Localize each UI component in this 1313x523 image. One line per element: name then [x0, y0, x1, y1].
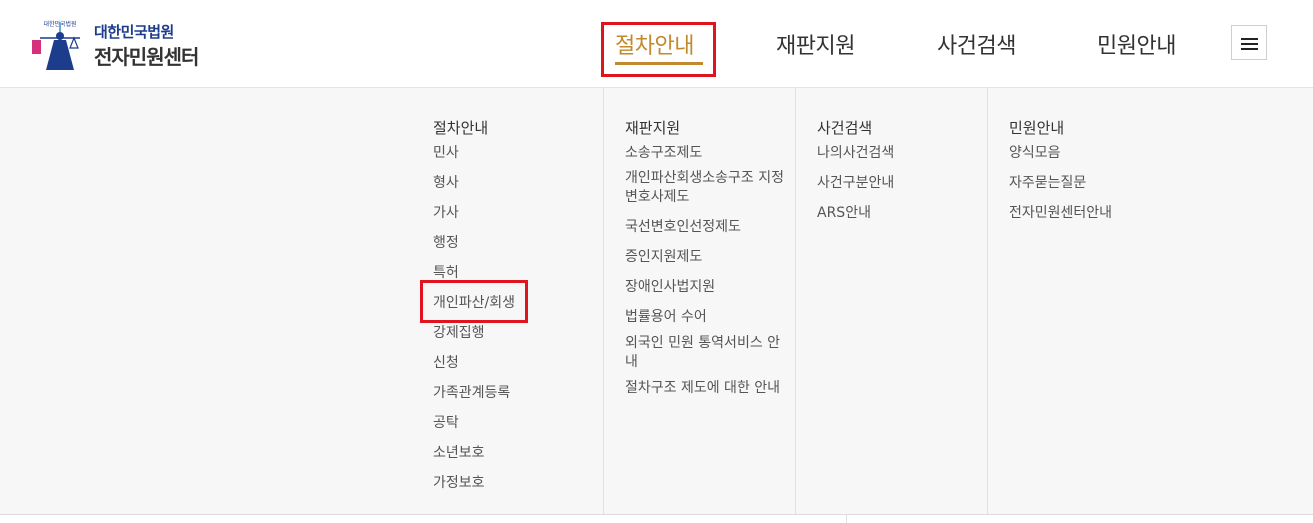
menu-item-family-registration[interactable]: 가족관계등록	[433, 384, 510, 403]
mega-col-title[interactable]: 민원안내	[1009, 117, 1064, 138]
mega-col-title[interactable]: 사건검색	[817, 117, 872, 138]
menu-item-litigation-aid[interactable]: 소송구조제도	[625, 144, 787, 163]
menu-item-case-classification[interactable]: 사건구분안내	[817, 174, 894, 193]
menu-item-criminal[interactable]: 형사	[433, 174, 459, 193]
menu-item-juvenile-protection[interactable]: 소년보호	[433, 444, 485, 463]
mega-col-case-search: 사건검색 나의사건검색 사건구분안내 ARS안내	[795, 88, 987, 514]
menu-item-patent[interactable]: 특허	[433, 264, 459, 283]
menu-item-application[interactable]: 신청	[433, 354, 459, 373]
site-logo[interactable]: 대한민국법원 대한민국법원 전자민원센터	[30, 14, 230, 76]
mega-menu: 절차안내 민사 형사 가사 행정 특허 개인파산/회생 강제집행 신청 가족관계…	[0, 88, 1313, 514]
menu-item-faq[interactable]: 자주묻는질문	[1009, 174, 1086, 193]
menu-item-forms[interactable]: 양식모음	[1009, 144, 1061, 163]
menu-item-witness-support[interactable]: 증인지원제도	[625, 248, 787, 267]
mega-col-procedure: 절차안내 민사 형사 가사 행정 특허 개인파산/회생 강제집행 신청 가족관계…	[411, 88, 603, 514]
logo-site-name: 전자민원센터	[94, 45, 199, 69]
menu-button[interactable]	[1231, 25, 1267, 60]
divider	[0, 514, 1313, 515]
menu-item-deposit[interactable]: 공탁	[433, 414, 459, 433]
menu-item-appointed-attorney[interactable]: 개인파산회생소송구조 지정변호사제도	[625, 169, 787, 207]
menu-item-bankruptcy[interactable]: 개인파산/회생	[433, 294, 515, 313]
menu-item-domestic-protection[interactable]: 가정보호	[433, 474, 485, 493]
menu-item-interpretation-service[interactable]: 외국인 민원 통역서비스 안내	[625, 334, 787, 372]
nav-civil-service-guide[interactable]: 민원안내	[1097, 28, 1176, 60]
menu-item-my-case-search[interactable]: 나의사건검색	[817, 144, 894, 163]
menu-item-sign-language-terms[interactable]: 법률용어 수어	[625, 308, 787, 327]
court-emblem-icon: 대한민국법원	[32, 20, 80, 70]
nav-active-underline	[615, 62, 703, 65]
mega-col-trial-support: 재판지원 소송구조제도 개인파산회생소송구조 지정변호사제도 국선변호인선정제도…	[603, 88, 795, 514]
menu-item-center-guide[interactable]: 전자민원센터안내	[1009, 204, 1112, 223]
menu-item-compulsory-execution[interactable]: 강제집행	[433, 324, 485, 343]
logo-org-name: 대한민국법원	[94, 23, 174, 41]
site-header: 대한민국법원 대한민국법원 전자민원센터 절차안내 재판지원 사건검색 민원안내	[0, 0, 1313, 88]
divider	[846, 514, 847, 523]
mega-col-title[interactable]: 절차안내	[433, 117, 488, 138]
menu-item-procedural-aid[interactable]: 절차구조 제도에 대한 안내	[625, 379, 787, 398]
mega-col-civil-service: 민원안내 양식모음 자주묻는질문 전자민원센터안내	[987, 88, 1313, 514]
menu-item-family[interactable]: 가사	[433, 204, 459, 223]
menu-item-ars-guide[interactable]: ARS안내	[817, 204, 871, 223]
nav-case-search[interactable]: 사건검색	[937, 28, 1016, 60]
mega-col-title[interactable]: 재판지원	[625, 117, 680, 138]
menu-item-administrative[interactable]: 행정	[433, 234, 459, 253]
nav-procedure-guide[interactable]: 절차안내	[615, 28, 694, 60]
menu-item-civil[interactable]: 민사	[433, 144, 459, 163]
nav-trial-support[interactable]: 재판지원	[776, 28, 855, 60]
menu-item-public-defender[interactable]: 국선변호인선정제도	[625, 218, 787, 237]
menu-item-disability-support[interactable]: 장애인사법지원	[625, 278, 787, 297]
